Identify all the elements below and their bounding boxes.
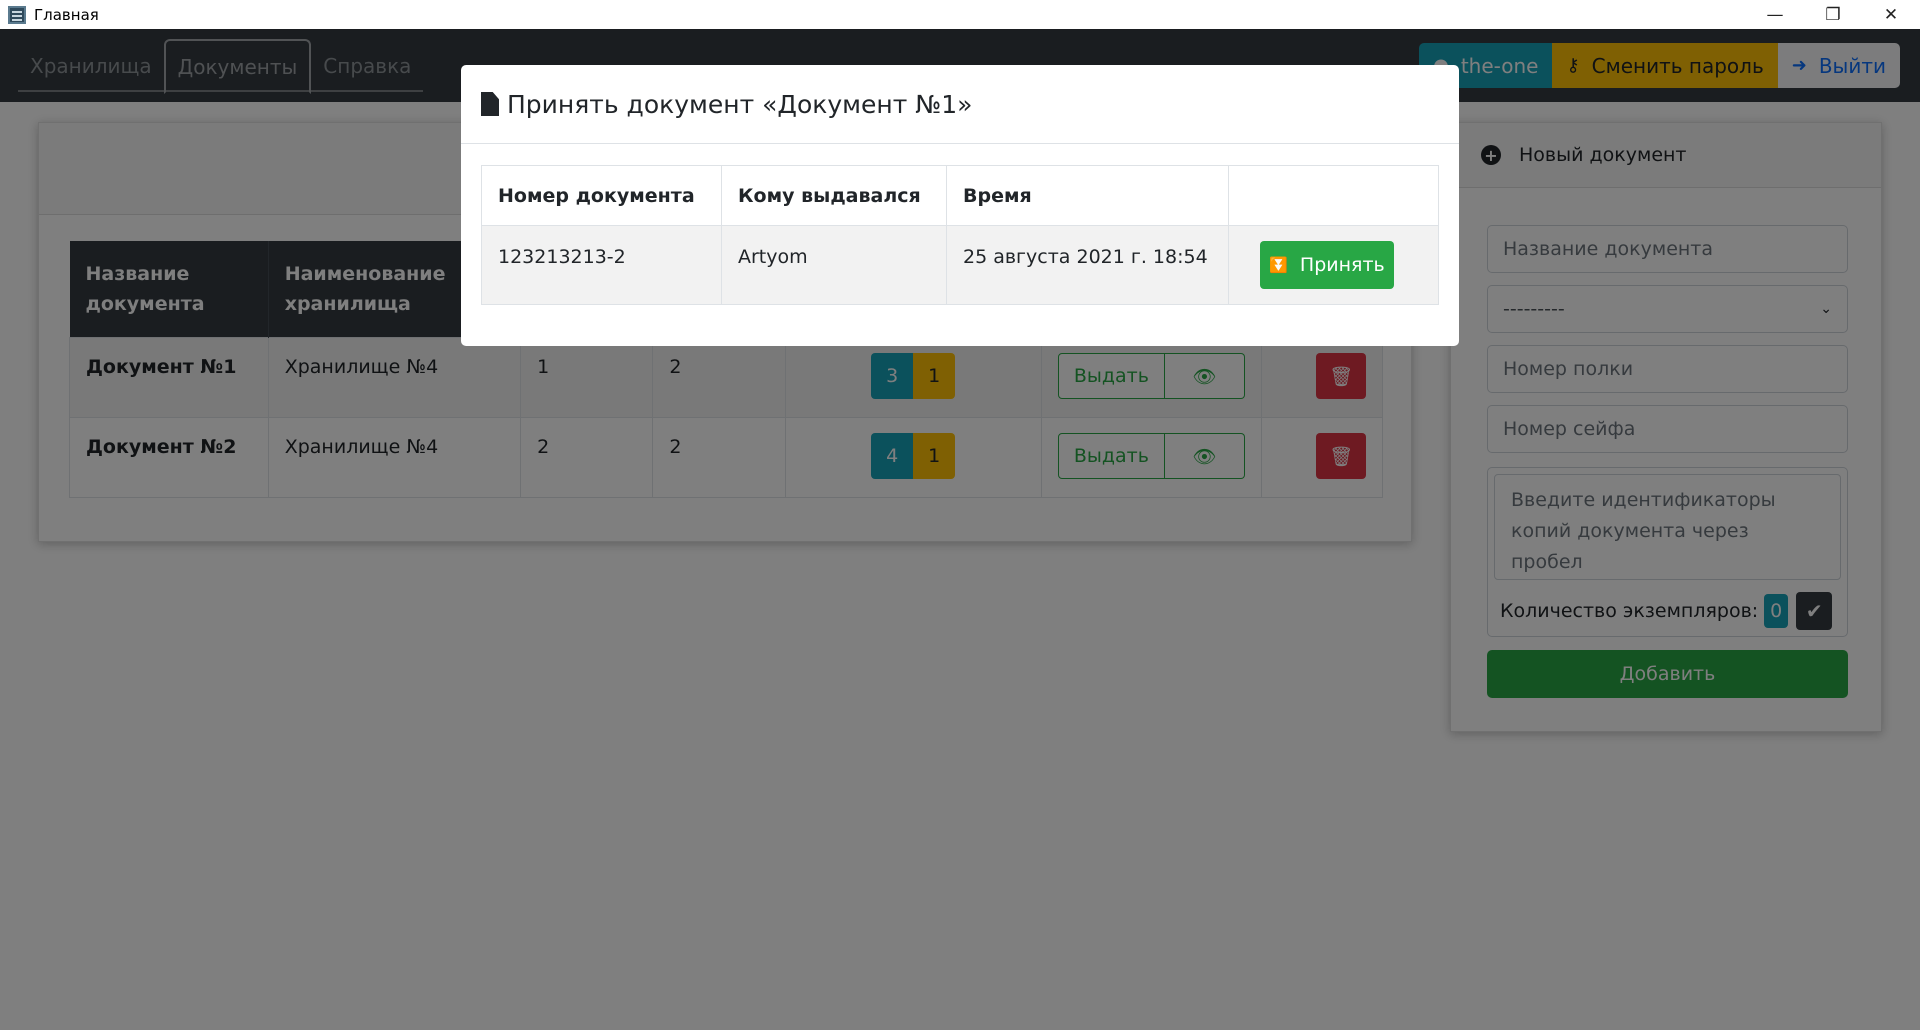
- issued-to: Artyom: [721, 225, 947, 305]
- accept-cell: ⏬ Принять: [1228, 225, 1439, 305]
- accept-document-modal: Принять документ «Документ №1» Номер док…: [461, 65, 1459, 346]
- issued-copies-table: Номер документа Кому выдавался Время 123…: [481, 165, 1439, 305]
- modal-header-row: Номер документа Кому выдавался Время: [481, 165, 1439, 226]
- copy-number: 123213213-2: [481, 225, 722, 305]
- accept-button[interactable]: ⏬ Принять: [1260, 241, 1394, 289]
- restore-button[interactable]: ❐: [1804, 0, 1862, 29]
- table-row: 123213213-2 Artyom 25 августа 2021 г. 18…: [481, 225, 1439, 305]
- double-chevron-down-icon: ⏬: [1269, 256, 1288, 274]
- issued-time: 25 августа 2021 г. 18:54: [946, 225, 1229, 305]
- modal-title: Принять документ «Документ №1»: [507, 89, 973, 119]
- window-controls: — ❐ ✕: [1746, 0, 1920, 29]
- close-button[interactable]: ✕: [1862, 0, 1920, 29]
- minimize-button[interactable]: —: [1746, 0, 1804, 29]
- col-modal-action: [1228, 165, 1439, 226]
- app-icon: [8, 5, 26, 24]
- window-titlebar: Главная — ❐ ✕: [0, 0, 1920, 29]
- col-doc-number: Номер документа: [481, 165, 722, 226]
- accept-label: Принять: [1299, 254, 1385, 276]
- window-title: Главная: [34, 5, 99, 24]
- modal-header: Принять документ «Документ №1»: [461, 65, 1459, 144]
- col-issued-to: Кому выдавался: [721, 165, 947, 226]
- file-icon: [481, 92, 499, 116]
- col-time: Время: [946, 165, 1229, 226]
